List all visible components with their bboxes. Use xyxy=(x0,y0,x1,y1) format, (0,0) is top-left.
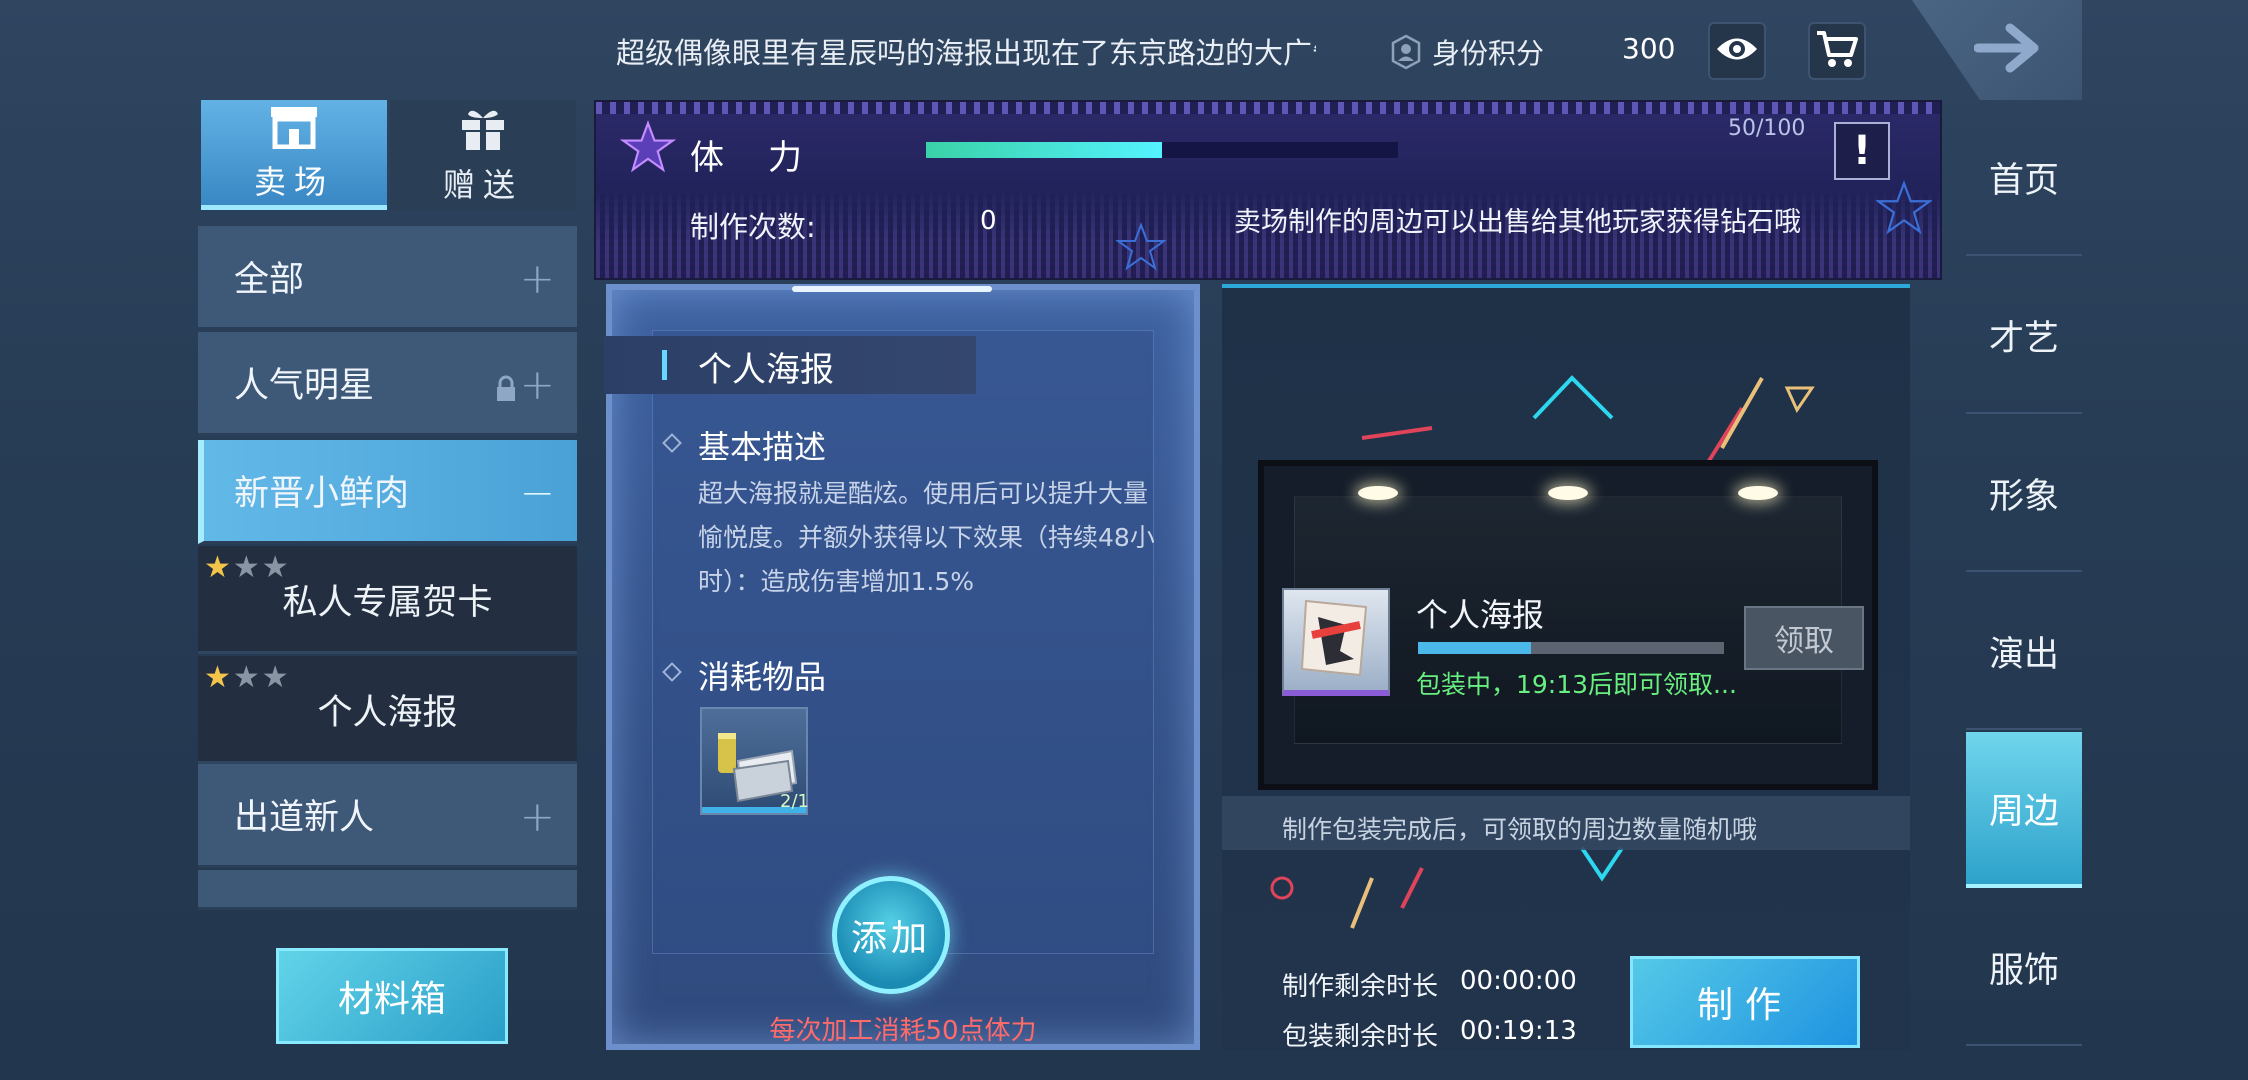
gift-icon xyxy=(458,104,508,160)
plus-icon: + xyxy=(519,360,555,409)
category-label: 全部 xyxy=(234,260,305,300)
category-all[interactable]: 全部 + xyxy=(198,226,577,330)
item-private-card[interactable]: ★★★ 私人专属贺卡 xyxy=(198,546,577,654)
poster-icon xyxy=(1296,595,1376,685)
arrow-right-icon xyxy=(1973,20,2044,80)
poster-thumbnail xyxy=(1282,588,1390,696)
nav-image[interactable]: 形象 xyxy=(1966,416,2082,572)
pack-remaining-value: 00:19:13 xyxy=(1460,1016,1577,1046)
add-button[interactable]: 添加 xyxy=(832,876,950,994)
category-partial[interactable] xyxy=(198,870,577,910)
make-button[interactable]: 制作 xyxy=(1630,956,1860,1048)
nav-home[interactable]: 首页 xyxy=(1966,100,2082,256)
stage-tip: 制作包装完成后，可领取的周边数量随机哦 xyxy=(1282,815,1758,844)
id-badge-icon xyxy=(1390,34,1422,70)
stamina-bar-fill xyxy=(926,142,1162,158)
tab-market[interactable]: 卖场 xyxy=(201,100,387,210)
id-points-label: 身份积分 xyxy=(1432,37,1545,70)
nav-outfit[interactable]: 服饰 xyxy=(1966,890,2082,1046)
craft-count-label: 制作次数: xyxy=(690,210,816,244)
lock-icon xyxy=(495,372,517,412)
eye-icon xyxy=(1715,34,1759,68)
craft-remaining-label: 制作剩余时长 xyxy=(1282,972,1439,1002)
claim-button[interactable]: 领取 xyxy=(1744,606,1864,670)
category-new-idols[interactable]: 新晋小鲜肉 − xyxy=(198,440,577,544)
info-button[interactable]: ! xyxy=(1834,122,1890,180)
rarity-stars: ★★★ xyxy=(204,660,291,695)
category-popular-stars[interactable]: 人气明星 + xyxy=(198,332,577,436)
nav-performance[interactable]: 演出 xyxy=(1966,574,2082,730)
basic-description-heading: 基本描述 xyxy=(698,428,827,466)
spotlight-icon xyxy=(1358,486,1398,500)
banner-tip: 卖场制作的周边可以出售给其他玩家获得钻石哦 xyxy=(1234,207,1801,238)
item-personal-poster[interactable]: ★★★ 个人海报 xyxy=(198,656,577,764)
view-button[interactable] xyxy=(1708,22,1766,80)
cart-icon xyxy=(1815,29,1859,73)
tab-gift-label: 赠送 xyxy=(442,166,523,204)
stamina-label: 体力 xyxy=(690,138,846,178)
id-points-value: 300 xyxy=(1622,32,1676,65)
stamina-bar xyxy=(926,142,1398,158)
consumables-heading: 消耗物品 xyxy=(698,658,827,696)
production-item-name: 个人海报 xyxy=(1416,596,1545,634)
basic-description-text: 超大海报就是酷炫。使用后可以提升大量愉悦度。并额外获得以下效果（持续48小时）：… xyxy=(698,479,1155,596)
tab-market-label: 卖场 xyxy=(253,162,334,201)
category-label: 出道新人 xyxy=(234,798,375,838)
category-label: 新晋小鲜肉 xyxy=(234,474,410,514)
packing-status: 包装中，19:13后即可领取... xyxy=(1416,670,1737,699)
shop-icon xyxy=(267,103,321,157)
consumable-count: 2/1 xyxy=(780,791,809,812)
star-icon xyxy=(619,120,677,178)
packing-progress-fill xyxy=(1418,642,1532,654)
item-label: 个人海报 xyxy=(317,693,458,733)
category-debut-newcomers[interactable]: 出道新人 + xyxy=(198,764,577,868)
stamina-value: 50/100 xyxy=(1728,116,1806,141)
pack-remaining-label: 包装剩余时长 xyxy=(1282,1022,1439,1052)
announcement-marquee: 超级偶像眼里有星辰吗的海报出现在了东京路边的大广告牌. xyxy=(616,36,1316,70)
plus-icon: + xyxy=(519,792,555,841)
stamina-cost-note: 每次加工消耗50点体力 xyxy=(769,1016,1037,1046)
shop-cart-button[interactable] xyxy=(1808,22,1866,80)
packing-progress-bar xyxy=(1418,642,1724,654)
craft-remaining-value: 00:00:00 xyxy=(1460,966,1577,996)
material-box-button[interactable]: 材料箱 xyxy=(276,948,508,1044)
category-label: 人气明星 xyxy=(234,366,375,406)
plus-icon: + xyxy=(519,254,555,303)
rarity-stars: ★★★ xyxy=(204,550,291,585)
tab-gift[interactable]: 赠送 xyxy=(390,100,576,210)
item-label: 私人专属贺卡 xyxy=(282,583,493,623)
detail-title: 个人海报 xyxy=(698,350,834,390)
spotlight-icon xyxy=(1548,486,1588,500)
spotlight-icon xyxy=(1738,486,1778,500)
right-nav: 首页 才艺 形象 演出 周边 服饰 xyxy=(1966,100,2082,1080)
craft-count-value: 0 xyxy=(980,206,997,236)
nav-talent[interactable]: 才艺 xyxy=(1966,258,2082,414)
nav-merch[interactable]: 周边 xyxy=(1966,732,2082,888)
minus-icon: − xyxy=(519,468,555,517)
